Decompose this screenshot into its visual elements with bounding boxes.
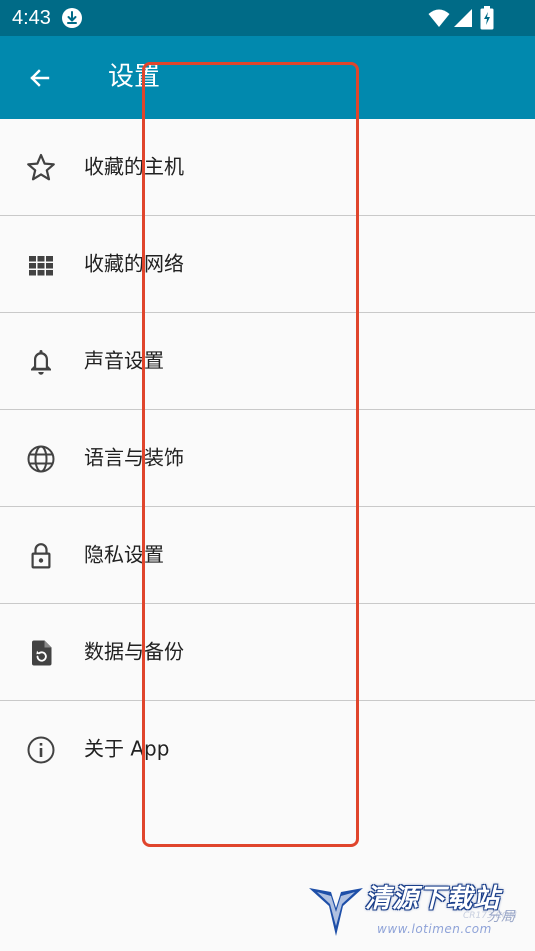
status-bar: 4:43 — [0, 0, 535, 36]
settings-item-favorite-networks[interactable]: 收藏的网络 — [0, 216, 535, 313]
settings-item-data-backup[interactable]: 数据与备份 — [0, 604, 535, 701]
watermark: 清源下载站 CR173.COM 分局 www.lotimen.com — [305, 878, 530, 946]
star-outline-icon — [27, 153, 55, 181]
settings-item-label: 声音设置 — [84, 348, 164, 373]
signal-icon — [454, 9, 472, 27]
settings-list: 收藏的主机 收藏的网络 声音设置 语言与装饰 隐私设置 数据与备份 关于 App — [0, 119, 535, 797]
watermark-name: 清源下载站 — [365, 884, 501, 914]
status-time: 4:43 — [12, 7, 51, 29]
globe-icon — [27, 445, 55, 473]
download-icon — [62, 8, 82, 28]
arrow-back-icon — [30, 69, 50, 87]
file-restore-icon — [32, 640, 52, 666]
settings-item-label: 隐私设置 — [84, 542, 164, 567]
back-button[interactable] — [18, 56, 62, 100]
settings-item-label: 数据与备份 — [84, 639, 184, 664]
watermark-domain: www.lotimen.com — [377, 922, 492, 936]
settings-item-label: 收藏的主机 — [84, 154, 184, 179]
settings-item-language[interactable]: 语言与装饰 — [0, 410, 535, 507]
watermark-logo-icon — [309, 888, 363, 936]
settings-item-sound[interactable]: 声音设置 — [0, 313, 535, 410]
bell-icon — [31, 350, 51, 375]
info-icon — [27, 736, 55, 764]
settings-item-label: 收藏的网络 — [84, 251, 184, 276]
settings-item-favorite-hosts[interactable]: 收藏的主机 — [0, 119, 535, 216]
wifi-icon — [428, 9, 450, 27]
grid-icon — [29, 256, 53, 276]
app-bar: 设置 — [0, 36, 535, 119]
settings-item-privacy[interactable]: 隐私设置 — [0, 507, 535, 604]
battery-charging-icon — [480, 6, 494, 30]
lock-icon — [31, 543, 51, 569]
settings-item-about[interactable]: 关于 App — [0, 701, 535, 797]
settings-item-label: 语言与装饰 — [84, 445, 184, 470]
settings-item-label: 关于 App — [84, 736, 170, 761]
page-title: 设置 — [108, 62, 161, 92]
